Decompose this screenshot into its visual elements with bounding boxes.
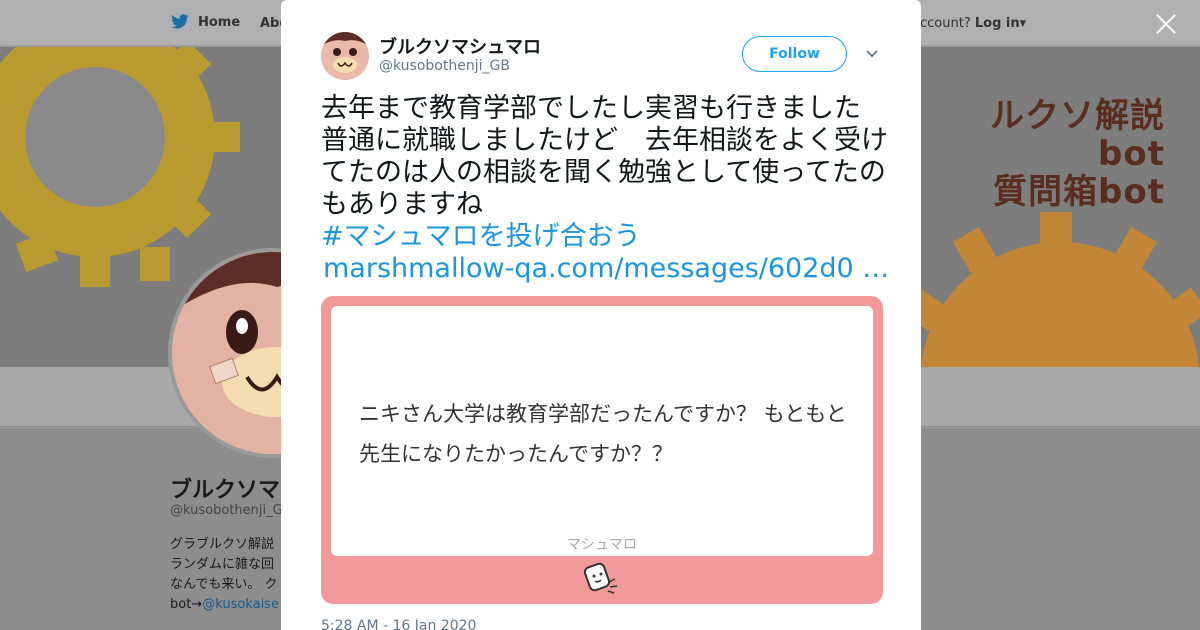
tweet-link[interactable]: marshmallow-qa.com/messages/602d0 …: [323, 253, 889, 285]
bio-line: なんでも来い。 ク: [170, 577, 278, 592]
author-name[interactable]: ブルクソマシュマロ: [379, 33, 541, 59]
nav-home-label: Home: [198, 14, 241, 30]
bio-line: グラブルクソ解説: [170, 537, 275, 552]
card-brand: マシュマロ: [567, 537, 637, 553]
follow-button[interactable]: Follow: [742, 36, 847, 72]
author-handle[interactable]: @kusobothenji_GB: [379, 58, 510, 74]
nav-home[interactable]: Home: [170, 14, 240, 30]
banner-text: ルクソ解説bot 質問箱bot: [925, 97, 1165, 211]
account-prompt: ccount?: [920, 16, 971, 31]
login-label[interactable]: Log in: [975, 16, 1020, 31]
author-avatar[interactable]: [321, 32, 369, 80]
banner-text-line: 質問箱bot: [993, 172, 1165, 212]
close-icon[interactable]: [1154, 12, 1178, 36]
profile-handle: @kusobothenji_G: [170, 503, 283, 518]
chevron-down-icon[interactable]: [865, 47, 879, 61]
profile-bio: グラブルクソ解説 ランダムに雑な回 なんでも来い。 ク bot→@kusokai…: [170, 535, 285, 615]
bio-link-line: bot→@kusokaise: [170, 595, 285, 615]
marshmallow-icon: [583, 562, 618, 594]
gear-right-graphic: [901, 212, 1200, 367]
bio-link-prefix: bot→: [170, 597, 203, 612]
card-question: ニキさん大学は教育学部だったんですか？ もともと先生になりたかったんですか？？: [359, 402, 847, 466]
caret-down-icon: ▾: [1019, 16, 1027, 31]
twitter-bird-icon: [171, 14, 189, 29]
banner-text-line: ルクソ解説bot: [990, 96, 1165, 174]
tweet-hashtag[interactable]: #マシュマロを投げ合おう: [321, 221, 641, 253]
author-avatar-illustration: [321, 32, 369, 80]
tweet-timestamp[interactable]: 5:28 AM - 16 Jan 2020: [321, 618, 476, 630]
tweet-modal: ブルクソマシュマロ @kusobothenji_GB Follow 去年まで教育…: [281, 0, 921, 630]
bio-line: ランダムに雑な回: [170, 557, 275, 572]
bio-link[interactable]: @kusokaise: [202, 597, 279, 612]
profile-name: ブルクソマ: [170, 478, 281, 503]
tweet-text: 去年まで教育学部でしたし実習も行きました 普通に就職しましたけど 去年相談をよく…: [321, 93, 888, 220]
card-inner: ニキさん大学は教育学部だったんですか？ もともと先生になりたかったんですか？？ …: [331, 306, 873, 556]
nav-login[interactable]: ccount? Log in▾: [920, 16, 1026, 31]
marshmallow-card[interactable]: ニキさん大学は教育学部だったんですか？ もともと先生になりたかったんですか？？ …: [321, 296, 883, 604]
